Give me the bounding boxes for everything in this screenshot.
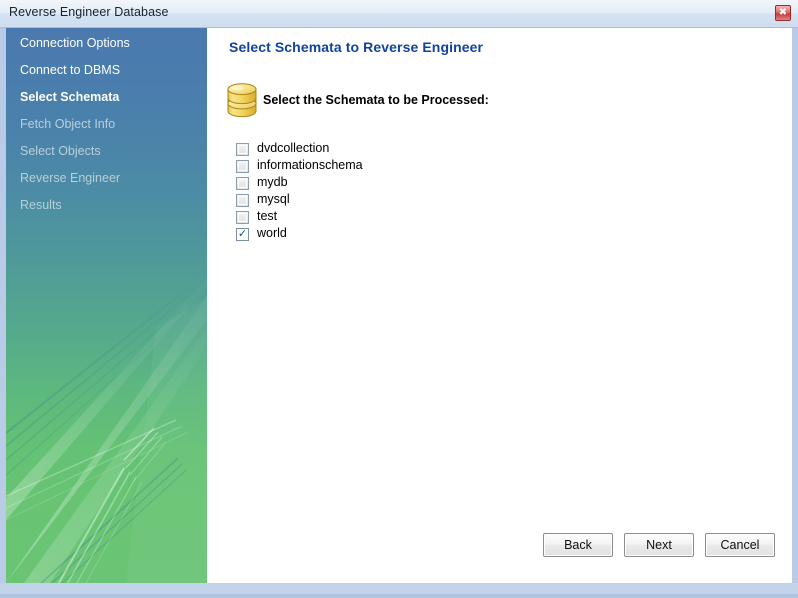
page-title: Select Schemata to Reverse Engineer — [229, 39, 483, 55]
close-button[interactable]: ✖ — [775, 5, 791, 21]
schema-label: dvdcollection — [257, 141, 329, 155]
schema-label: informationschema — [257, 158, 363, 172]
schema-label: world — [257, 226, 287, 240]
sidebar-item-label: Select Schemata — [20, 90, 119, 104]
checkbox-world[interactable]: ✓ — [236, 228, 249, 241]
schema-row-world[interactable]: ✓ world — [229, 226, 629, 243]
schemata-checkbox-list: dvdcollection informationschema mydb mys… — [229, 141, 629, 243]
schema-label: mydb — [257, 175, 288, 189]
database-icon — [225, 80, 259, 120]
schema-row-test[interactable]: test — [229, 209, 629, 226]
checkmark-icon: ✓ — [237, 227, 248, 240]
button-bar: Back Next Cancel — [207, 526, 792, 566]
cancel-button[interactable]: Cancel — [705, 533, 775, 557]
schema-row-dvdcollection[interactable]: dvdcollection — [229, 141, 629, 158]
sidebar-item-label: Results — [20, 198, 62, 212]
wizard-step-sidebar: Connection Options Connect to DBMS Selec… — [6, 28, 207, 583]
checkbox-dvdcollection[interactable] — [236, 143, 249, 156]
schema-label: test — [257, 209, 277, 223]
window-bottom-edge — [0, 583, 798, 598]
sidebar-item-fetch-object-info-2[interactable]: Fetch Object Info — [20, 117, 115, 131]
back-button[interactable]: Back — [543, 533, 613, 557]
close-icon: ✖ — [776, 5, 790, 21]
schema-row-informationschema[interactable]: informationschema — [229, 158, 629, 175]
sidebar-item-results[interactable]: Results — [20, 198, 62, 212]
sidebar-item-connection-options[interactable]: Connection Options — [20, 36, 130, 50]
checkbox-test[interactable] — [236, 211, 249, 224]
next-button[interactable]: Next — [624, 533, 694, 557]
sidebar-item-label: Select Objects — [20, 144, 101, 158]
sidebar-item-label: Reverse Engineer — [20, 171, 120, 185]
schema-row-mysql[interactable]: mysql — [229, 192, 629, 209]
sidebar-item-label: Connection Options — [20, 36, 130, 50]
sidebar-item-select-objects[interactable]: Select Objects — [20, 144, 101, 158]
sidebar-item-label: Connect to DBMS — [20, 63, 120, 77]
sidebar-item-reverse-engineer[interactable]: Reverse Engineer — [20, 171, 120, 185]
sidebar-item-label: Fetch Object Info — [20, 117, 115, 131]
title-bar: Reverse Engineer Database ✖ — [0, 0, 798, 28]
schema-label: mysql — [257, 192, 290, 206]
prompt-label: Select the Schemata to be Processed: — [263, 93, 489, 107]
sidebar-decoration — [6, 28, 207, 583]
checkbox-mydb[interactable] — [236, 177, 249, 190]
sidebar-item-connect-to-dbms[interactable]: Connect to DBMS — [20, 63, 120, 77]
checkbox-informationschema[interactable] — [236, 160, 249, 173]
checkbox-mysql[interactable] — [236, 194, 249, 207]
sidebar-item-select-schemata[interactable]: Select Schemata — [20, 90, 119, 104]
content-panel: Select Schemata to Reverse Engineer — [207, 28, 792, 583]
schema-row-mydb[interactable]: mydb — [229, 175, 629, 192]
window-title: Reverse Engineer Database — [9, 5, 169, 19]
dialog-window: Reverse Engineer Database ✖ — [0, 0, 798, 598]
